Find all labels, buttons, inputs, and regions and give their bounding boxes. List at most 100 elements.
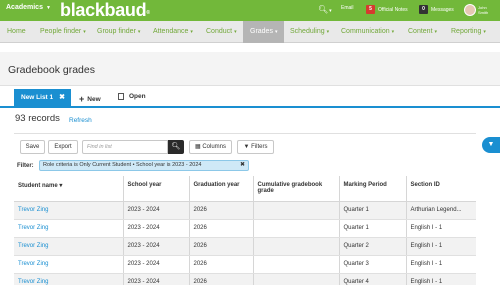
- column-header-cumulative-grade[interactable]: Cumulative gradebook grade: [253, 176, 340, 202]
- marking-period-cell: Quarter 2: [339, 237, 407, 256]
- table-row: Trevor Zing 2023 - 2024 2026 Quarter 1 A…: [14, 201, 476, 220]
- column-header-student-name[interactable]: Student name ▾: [14, 176, 124, 202]
- student-name-link[interactable]: Trevor Zing: [14, 255, 124, 274]
- document-icon: [118, 93, 124, 100]
- official-notes-badge: 5: [366, 5, 375, 14]
- nav-content[interactable]: Content ▾: [408, 21, 437, 43]
- messages-badge: 0: [419, 5, 428, 14]
- email-label: Email: [341, 5, 354, 11]
- nav-reporting[interactable]: Reporting ▾: [451, 21, 486, 43]
- brand-logo: blackbaud®: [60, 0, 150, 20]
- column-header-section-id[interactable]: Section ID: [406, 176, 476, 202]
- graduation-year-cell: 2026: [189, 219, 254, 238]
- school-year-cell: 2023 - 2024: [123, 201, 190, 220]
- school-year-cell: 2023 - 2024: [123, 219, 190, 238]
- save-button[interactable]: Save: [20, 140, 45, 154]
- table-row: Trevor Zing 2023 - 2024 2026 Quarter 4 E…: [14, 273, 476, 285]
- filter-icon: ▼: [243, 144, 252, 150]
- open-list-button[interactable]: Open: [118, 93, 146, 100]
- student-name-link[interactable]: Trevor Zing: [14, 219, 124, 238]
- official-notes-label: Official Notes: [378, 6, 408, 13]
- graduation-year-cell: 2026: [189, 201, 254, 220]
- find-in-list-input[interactable]: Find in list: [82, 140, 168, 154]
- cumulative-grade-cell: [253, 201, 340, 220]
- marking-period-cell: Quarter 3: [339, 255, 407, 274]
- divider: [14, 133, 476, 134]
- tab-new-list-1[interactable]: New List 1 ✖: [14, 89, 71, 106]
- cumulative-grade-cell: [253, 273, 340, 285]
- section-id-cell: Arthurian Legend...: [406, 201, 476, 220]
- chevron-down-icon: ▼: [45, 4, 51, 11]
- filters-button[interactable]: ▼ Filters: [237, 140, 274, 154]
- refresh-link[interactable]: Refresh: [69, 117, 92, 124]
- close-icon[interactable]: ✖: [59, 89, 65, 106]
- nav-group-finder[interactable]: Group finder ▾: [97, 21, 140, 43]
- section-id-cell: English I - 1: [406, 255, 476, 274]
- columns-button[interactable]: ▦ Columns: [189, 140, 232, 154]
- table-row: Trevor Zing 2023 - 2024 2026 Quarter 3 E…: [14, 255, 476, 274]
- cumulative-grade-cell: [253, 219, 340, 238]
- table-row: Trevor Zing 2023 - 2024 2026 Quarter 1 E…: [14, 219, 476, 238]
- close-icon[interactable]: ✖: [240, 161, 245, 170]
- export-button[interactable]: Export: [48, 140, 78, 154]
- chevron-down-icon: ▾: [326, 29, 330, 35]
- cumulative-grade-cell: [253, 237, 340, 256]
- marking-period-cell: Quarter 1: [339, 201, 407, 220]
- nav-attendance[interactable]: Attendance ▾: [153, 21, 193, 43]
- filter-criteria-text: Role criteria is Only Current Student • …: [43, 162, 202, 168]
- record-count: 93 records: [15, 113, 60, 124]
- section-id-cell: English I - 1: [406, 237, 476, 256]
- chevron-down-icon: ▾: [137, 29, 141, 35]
- list-tabs: [0, 86, 500, 108]
- search-icon[interactable]: 🔍︎▾: [318, 5, 332, 14]
- chevron-down-icon: ▾: [234, 29, 237, 35]
- tab-label: New List 1: [21, 94, 54, 101]
- marking-period-cell: Quarter 1: [339, 219, 407, 238]
- graduation-year-cell: 2026: [189, 237, 254, 256]
- plus-icon: +: [79, 94, 85, 104]
- student-name-link[interactable]: Trevor Zing: [14, 273, 124, 285]
- search-icon[interactable]: 🔍︎: [168, 140, 184, 154]
- table-row: Trevor Zing 2023 - 2024 2026 Quarter 2 E…: [14, 237, 476, 256]
- chevron-down-icon: ▾: [83, 29, 86, 35]
- nav-communication[interactable]: Communication ▾: [341, 21, 394, 43]
- chevron-down-icon: ▾: [391, 29, 395, 35]
- filter-label: Filter:: [17, 163, 34, 169]
- nav-grades[interactable]: Grades ▾: [243, 21, 285, 43]
- messages-label: Messages: [431, 6, 454, 13]
- marking-period-cell: Quarter 4: [339, 273, 407, 285]
- avatar[interactable]: [464, 4, 476, 16]
- cumulative-grade-cell: [253, 255, 340, 274]
- user-last-name: Smith: [478, 10, 489, 15]
- table-header-row: Student name ▾ School year Graduation ye…: [14, 176, 476, 202]
- chevron-down-icon: ▾: [483, 29, 486, 35]
- module-label: Academics: [6, 4, 43, 11]
- messages-link[interactable]: 0 Messages: [419, 5, 454, 14]
- nav-scheduling[interactable]: Scheduling ▾: [290, 21, 329, 43]
- page-title: Gradebook grades: [8, 64, 95, 76]
- section-id-cell: English I - 1: [406, 273, 476, 285]
- column-header-marking-period[interactable]: Marking Period: [339, 176, 407, 202]
- official-notes-link[interactable]: 5 Official Notes: [366, 5, 408, 14]
- user-menu[interactable]: John Smith: [478, 5, 498, 15]
- student-name-link[interactable]: Trevor Zing: [14, 201, 124, 220]
- school-year-cell: 2023 - 2024: [123, 273, 190, 285]
- chevron-down-icon: ▾: [274, 29, 278, 35]
- column-header-graduation-year[interactable]: Graduation year: [189, 176, 254, 202]
- filter-criteria-pill: Role criteria is Only Current Student • …: [39, 160, 249, 171]
- school-year-cell: 2023 - 2024: [123, 237, 190, 256]
- chevron-down-icon: ▾: [434, 29, 438, 35]
- new-list-button[interactable]: + New: [79, 93, 101, 104]
- column-header-school-year[interactable]: School year: [123, 176, 190, 202]
- nav-conduct[interactable]: Conduct ▾: [206, 21, 237, 43]
- graduation-year-cell: 2026: [189, 273, 254, 285]
- email-link[interactable]: Email: [341, 5, 354, 11]
- nav-people-finder[interactable]: People finder ▾: [40, 21, 86, 43]
- graduation-year-cell: 2026: [189, 255, 254, 274]
- module-switcher[interactable]: Academics ▼: [6, 4, 51, 11]
- section-id-cell: English I - 1: [406, 219, 476, 238]
- student-name-link[interactable]: Trevor Zing: [14, 237, 124, 256]
- filter-panel-toggle[interactable]: ▼: [482, 137, 500, 153]
- nav-home[interactable]: Home: [7, 21, 26, 43]
- filter-icon: ▼: [487, 141, 495, 148]
